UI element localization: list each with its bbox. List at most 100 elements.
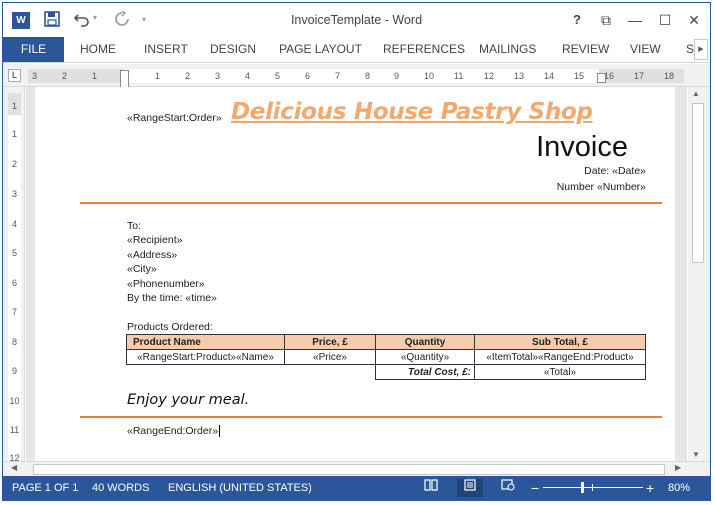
right-indent-marker[interactable] [597,73,606,83]
customize-qat-icon[interactable]: ▾ [142,15,146,24]
zoom-slider[interactable] [543,487,643,488]
footer-divider-line [80,416,662,418]
scroll-up-icon[interactable]: ▲ [692,89,700,98]
title-bar: W ▾ ▾ InvoiceTemplate - Word ? ⧉ — ☐ ✕ [3,3,710,37]
page-count-status[interactable]: PAGE 1 OF 1 [12,476,78,500]
column-header-price[interactable]: Price, £ [284,334,376,350]
language-status[interactable]: ENGLISH (UNITED STATES) [168,476,312,500]
zoom-level[interactable]: 80% [668,476,690,500]
text-cursor [219,425,221,438]
scroll-left-icon[interactable]: ◀ [11,463,17,472]
cell-price[interactable]: «Price» [284,349,376,365]
ruler-number: 5 [275,71,281,81]
web-layout-icon[interactable] [495,479,521,497]
word-count-status[interactable]: 40 WORDS [92,476,149,500]
ruler-row: L 3 2 1 1 2 3 4 5 6 7 8 9 10 11 12 13 14… [3,64,710,88]
document-area[interactable]: «RangeStart:Order» Delicious House Pastr… [26,87,687,461]
horizontal-ruler[interactable]: 3 2 1 1 2 3 4 5 6 7 8 9 10 11 12 13 14 1… [28,69,684,88]
shop-name-heading[interactable]: Delicious House Pastry Shop [231,99,593,125]
tab-references[interactable]: REFERENCES [383,37,465,62]
recipient-field[interactable]: «Recipient» [127,234,182,246]
zoom-in-button[interactable]: + [646,476,654,500]
save-icon[interactable] [44,11,60,29]
left-indent-marker[interactable] [120,70,129,88]
tab-view[interactable]: VIEW [630,37,661,62]
zoom-slider-thumb[interactable] [581,482,584,493]
cell-subtotal[interactable]: «ItemTotal»«RangeEnd:Product» [474,349,646,365]
ruler-number: 9 [394,71,400,81]
scroll-down-icon[interactable]: ▼ [692,450,700,459]
tab-file[interactable]: FILE [3,37,64,62]
ruler-text-area [124,69,599,83]
word-logo-icon[interactable]: W [12,12,30,29]
ruler-number: 14 [544,71,555,81]
ruler-number: 10 [9,396,20,406]
redo-icon[interactable] [114,10,130,29]
ruler-number: 15 [574,71,585,81]
tab-selector[interactable]: L [8,69,21,82]
city-field[interactable]: «City» [127,263,157,275]
restore-button[interactable]: ☐ [653,9,677,31]
ruler-number: 12 [484,71,495,81]
vertical-ruler-column: 1 1 2 3 4 5 6 7 8 9 10 11 12 [3,87,25,476]
print-layout-icon[interactable] [457,479,483,497]
undo-icon[interactable] [73,11,90,29]
to-label[interactable]: To: [127,220,141,232]
minimize-button[interactable]: — [623,9,647,31]
ribbon-tabs: FILE HOME INSERT DESIGN PAGE LAYOUT REFE… [3,37,710,63]
tab-review[interactable]: REVIEW [562,37,609,62]
vertical-scroll-thumb[interactable] [692,103,704,263]
column-header-subtotal[interactable]: Sub Total, £ [474,334,646,350]
empty-cell [285,365,376,380]
help-icon[interactable]: ? [565,9,589,31]
tab-mailings[interactable]: MAILINGS [479,37,536,62]
column-header-product-name[interactable]: Product Name [126,334,285,350]
word-window: W ▾ ▾ InvoiceTemplate - Word ? ⧉ — ☐ ✕ F… [2,2,711,501]
products-ordered-label[interactable]: Products Ordered: [127,321,213,333]
total-value-field[interactable]: «Total» [474,364,646,380]
invoice-title[interactable]: Invoice [536,131,628,164]
tab-design[interactable]: DESIGN [210,37,256,62]
range-end-order-line[interactable]: «RangeEnd:Order» [127,425,221,438]
date-field[interactable]: Date: «Date» [584,165,646,177]
document-page[interactable]: «RangeStart:Order» Delicious House Pastr… [35,87,675,461]
ruler-number: 2 [62,71,68,81]
ribbon-display-options-icon[interactable]: ⧉ [594,9,618,31]
address-field[interactable]: «Address» [127,249,177,261]
cell-product-name[interactable]: «RangeStart:Product»«Name» [126,349,285,365]
range-end-order-field[interactable]: «RangeEnd:Order» [127,425,218,437]
products-table[interactable]: Product Name Price, £ Quantity Sub Total… [126,334,646,380]
ruler-number: 5 [11,248,17,258]
vertical-scrollbar[interactable]: ▲ ▼ [688,87,710,461]
ruler-number: 1 [92,71,98,81]
header-divider-line [80,202,662,204]
vertical-ruler[interactable]: 1 1 2 3 4 5 6 7 8 9 10 11 12 [8,93,21,463]
table-total-row: Total Cost, £: «Total» [127,364,646,380]
ruler-number: 1 [155,71,161,81]
by-time-field[interactable]: By the time: «time» [127,292,217,304]
ruler-number: 8 [365,71,371,81]
total-cost-label[interactable]: Total Cost, £: [375,364,475,380]
zoom-out-button[interactable]: − [531,476,539,500]
ruler-number: 1 [11,101,17,111]
tab-insert[interactable]: INSERT [144,37,188,62]
column-header-quantity[interactable]: Quantity [375,334,475,350]
horizontal-scroll-thumb[interactable] [33,464,665,475]
ruler-number: 17 [634,71,645,81]
scroll-right-icon[interactable]: ▶ [675,463,681,472]
tab-home[interactable]: HOME [80,37,116,62]
enjoy-message[interactable]: Enjoy your meal. [127,392,249,408]
cell-quantity[interactable]: «Quantity» [375,349,475,365]
ruler-number: 3 [32,71,38,81]
phone-field[interactable]: «Phonenumber» [127,278,205,290]
read-mode-icon[interactable] [418,479,444,497]
range-start-order-field[interactable]: «RangeStart:Order» [127,112,222,124]
close-button[interactable]: ✕ [682,9,706,31]
ribbon-scroll-right-icon[interactable]: ▶ [694,39,708,60]
undo-dropdown-icon[interactable]: ▾ [93,13,97,22]
tab-page-layout[interactable]: PAGE LAYOUT [279,37,362,62]
ruler-number: 2 [11,159,17,169]
number-field[interactable]: Number «Number» [557,181,646,193]
horizontal-scrollbar[interactable]: ◀ ▶ [3,461,710,476]
ruler-number: 13 [514,71,525,81]
